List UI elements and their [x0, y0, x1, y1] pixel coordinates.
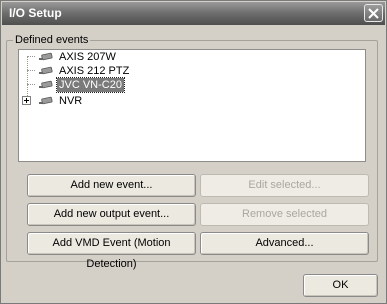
add-vmd-event-button[interactable]: Add VMD Event (Motion Detection)	[27, 232, 196, 270]
events-tree[interactable]: AXIS 207W AXIS 212 PTZ JVC VN-C20 NVR	[18, 49, 366, 162]
ok-button[interactable]: OK	[303, 274, 378, 297]
window-title: I/O Setup	[9, 6, 62, 20]
tree-item-nvr[interactable]: NVR	[39, 94, 84, 108]
close-icon	[368, 8, 379, 19]
tree-item-label: AXIS 207W	[59, 51, 116, 63]
close-button[interactable]	[364, 4, 383, 22]
camera-icon	[39, 80, 53, 89]
edit-selected-button[interactable]: Edit selected...	[200, 174, 369, 197]
camera-icon	[39, 52, 53, 61]
add-new-event-button[interactable]: Add new event...	[27, 174, 196, 197]
title-bar: I/O Setup	[2, 2, 385, 25]
remove-selected-button[interactable]: Remove selected	[200, 203, 369, 226]
tree-item-label: JVC VN-C20	[56, 77, 125, 93]
tree-item-label: AXIS 212 PTZ	[59, 65, 130, 77]
defined-events-legend: Defined events	[15, 34, 89, 46]
tree-item-label: NVR	[59, 95, 83, 107]
tree-item-axis-207w[interactable]: AXIS 207W	[39, 50, 118, 64]
camera-icon	[39, 96, 53, 105]
advanced-button[interactable]: Advanced...	[200, 232, 369, 255]
add-new-output-event-button[interactable]: Add new output event...	[27, 203, 196, 226]
camera-icon	[39, 66, 53, 75]
tree-item-axis-212-ptz[interactable]: AXIS 212 PTZ	[39, 64, 131, 78]
expand-icon[interactable]	[22, 96, 31, 105]
tree-item-jvc-vn-c20[interactable]: JVC VN-C20	[39, 77, 125, 93]
